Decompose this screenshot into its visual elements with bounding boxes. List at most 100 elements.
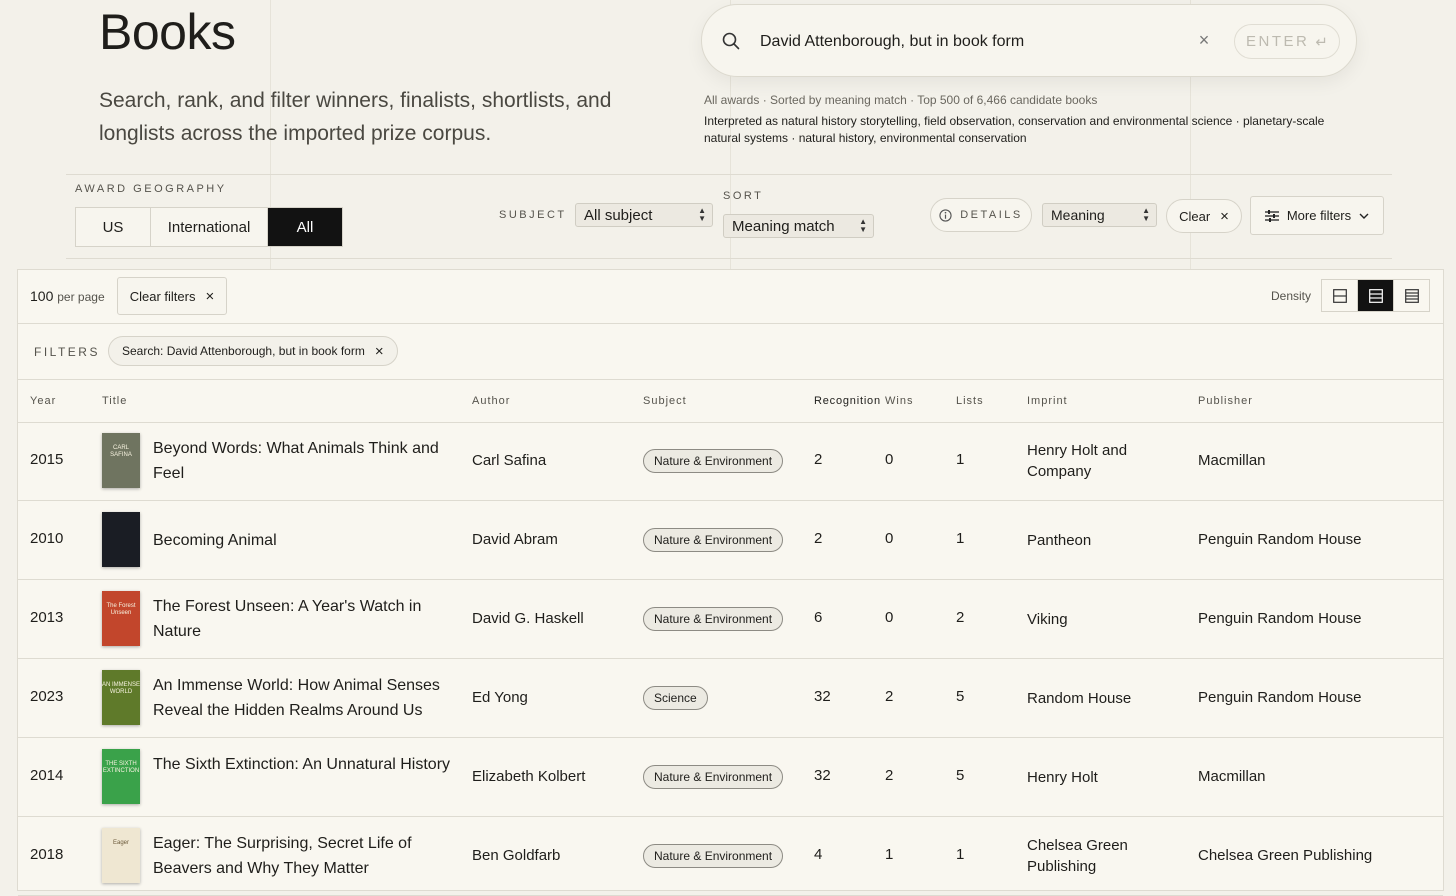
enter-button[interactable]: ENTER ↵ xyxy=(1234,24,1340,59)
subject-badge: Nature & Environment xyxy=(643,844,784,868)
table-row[interactable]: 2023 AN IMMENSE WORLD An Immense World: Ho… xyxy=(18,659,1443,738)
cell-publisher: Penguin Random House xyxy=(1198,531,1362,548)
cell-author[interactable]: David G. Haskell xyxy=(472,610,584,627)
cell-year: 2023 xyxy=(30,688,64,705)
column-header-wins[interactable]: Wins xyxy=(885,395,913,407)
sort-select[interactable]: Meaning match ▲ ▼ xyxy=(723,214,874,238)
select-arrows-icon: ▲ ▼ xyxy=(698,206,706,223)
cell-title[interactable]: The Sixth Extinction: An Unnatural Histo… xyxy=(153,752,453,777)
cell-recognition: 2 xyxy=(814,451,823,468)
subject-badge: Science xyxy=(643,686,708,710)
column-header-imprint[interactable]: Imprint xyxy=(1027,395,1068,407)
density-medium-button[interactable] xyxy=(1358,280,1394,311)
search-box[interactable]: × ENTER ↵ xyxy=(701,4,1357,77)
column-header-author[interactable]: Author xyxy=(472,395,510,407)
cell-lists: 5 xyxy=(956,688,965,705)
cell-publisher: Macmillan xyxy=(1198,452,1266,469)
subject-select-value: All subject xyxy=(584,206,653,224)
cell-title[interactable]: Becoming Animal xyxy=(153,528,453,553)
chevron-down-icon xyxy=(1359,213,1369,219)
cell-title[interactable]: Beyond Words: What Animals Think and Fee… xyxy=(153,436,453,486)
table-row[interactable]: 2013 The Forest Unseen The Forest Unseen: … xyxy=(18,580,1443,659)
cell-publisher: Penguin Random House xyxy=(1198,689,1362,706)
cell-author[interactable]: Carl Safina xyxy=(472,452,546,469)
page-title: Books xyxy=(99,4,236,60)
column-header-lists[interactable]: Lists xyxy=(956,395,984,407)
cell-imprint: Henry Holt and Company xyxy=(1027,442,1128,480)
results-panel: 100 per page Clear filters × Density FIL… xyxy=(17,269,1444,896)
book-cover: Eager xyxy=(102,828,140,883)
table-row[interactable]: 2015 CARL SAFINA Beyond Words: What Animal… xyxy=(18,422,1443,501)
cell-author[interactable]: Ed Yong xyxy=(472,689,528,706)
cell-imprint: Random House xyxy=(1027,690,1132,707)
meaning-select-value: Meaning xyxy=(1051,207,1105,223)
sort-label: SORT xyxy=(723,190,764,202)
density-label: Density xyxy=(1271,289,1312,303)
meaning-select[interactable]: Meaning ▲ ▼ xyxy=(1042,203,1157,227)
cell-recognition: 32 xyxy=(814,688,831,705)
sort-select-value: Meaning match xyxy=(732,217,835,235)
book-cover: The Forest Unseen xyxy=(102,591,140,646)
per-page-value: 100 xyxy=(30,288,54,304)
book-cover-text: THE SIXTH EXTINCTION xyxy=(102,761,140,774)
filters-label: FILTERS xyxy=(34,345,100,359)
cell-author[interactable]: David Abram xyxy=(472,531,558,548)
column-header-subject[interactable]: Subject xyxy=(643,395,687,407)
sliders-icon xyxy=(1264,209,1279,222)
cell-wins: 1 xyxy=(885,846,894,863)
cell-publisher: Chelsea Green Publishing xyxy=(1198,847,1373,864)
table-row[interactable]: 2010 Becoming Animal David Abram Nature & E… xyxy=(18,501,1443,580)
per-page-control[interactable]: 100 per page xyxy=(30,288,105,304)
density-compact-button[interactable] xyxy=(1322,280,1358,311)
book-cover: CARL SAFINA xyxy=(102,433,140,488)
cell-title[interactable]: An Immense World: How Animal Senses Reve… xyxy=(153,673,453,723)
subject-badge: Nature & Environment xyxy=(643,528,784,552)
subject-badge: Nature & Environment xyxy=(643,765,784,789)
subject-badge: Nature & Environment xyxy=(643,449,784,473)
clear-search-icon[interactable]: × xyxy=(1196,31,1212,49)
cell-lists: 5 xyxy=(956,767,965,784)
more-filters-label: More filters xyxy=(1286,208,1352,223)
results-summary: All awards · Sorted by meaning match · T… xyxy=(704,93,1098,107)
book-cover: AN IMMENSE WORLD xyxy=(102,670,140,725)
geography-option-all[interactable]: All xyxy=(268,208,342,246)
clear-filters-button[interactable]: Clear filters × xyxy=(117,277,227,315)
award-geography-label: AWARD GEOGRAPHY xyxy=(75,183,227,195)
density-dense-button[interactable] xyxy=(1394,280,1429,311)
cell-lists: 1 xyxy=(956,451,965,468)
cell-imprint: Pantheon xyxy=(1027,532,1092,549)
cell-wins: 0 xyxy=(885,530,894,547)
geography-option-international[interactable]: International xyxy=(151,208,268,246)
cell-imprint: Henry Holt xyxy=(1027,769,1098,786)
cell-author[interactable]: Ben Goldfarb xyxy=(472,847,560,864)
select-arrows-icon: ▲ ▼ xyxy=(1142,206,1150,223)
table-row[interactable]: 2014 THE SIXTH EXTINCTION The Sixth Extinc… xyxy=(18,738,1443,817)
cell-title[interactable]: Eager: The Surprising, Secret Life of Be… xyxy=(153,831,453,881)
cell-year: 2013 xyxy=(30,609,64,626)
search-input[interactable] xyxy=(758,27,1182,57)
info-icon xyxy=(939,208,952,222)
cell-recognition: 32 xyxy=(814,767,831,784)
column-header-recognition[interactable]: Recognition xyxy=(814,395,881,407)
cell-imprint: Chelsea Green Publishing xyxy=(1027,837,1128,875)
cell-year: 2010 xyxy=(30,530,64,547)
cell-recognition: 2 xyxy=(814,530,823,547)
filter-chip[interactable]: Search: David Attenborough, but in book … xyxy=(108,336,398,366)
more-filters-button[interactable]: More filters xyxy=(1250,196,1384,235)
column-header-publisher[interactable]: Publisher xyxy=(1198,395,1253,407)
geography-option-us[interactable]: US xyxy=(76,208,151,246)
subject-label: SUBJECT xyxy=(499,209,567,221)
filter-chip-label: Search: David Attenborough, but in book … xyxy=(122,344,365,358)
clear-button[interactable]: Clear × xyxy=(1166,199,1242,233)
cell-title[interactable]: The Forest Unseen: A Year's Watch in Nat… xyxy=(153,594,453,644)
table-row[interactable]: 2018 Eager Eager: The Surprising, Secret L… xyxy=(18,817,1443,896)
cell-publisher: Macmillan xyxy=(1198,768,1266,785)
cell-year: 2018 xyxy=(30,846,64,863)
book-cover-text xyxy=(102,512,140,564)
cell-author[interactable]: Elizabeth Kolbert xyxy=(472,768,585,785)
subject-select[interactable]: All subject ▲ ▼ xyxy=(575,203,713,227)
details-button[interactable]: DETAILS xyxy=(930,198,1032,232)
close-icon[interactable]: × xyxy=(375,343,384,360)
column-header-year[interactable]: Year xyxy=(30,395,56,407)
column-header-title[interactable]: Title xyxy=(102,395,127,407)
